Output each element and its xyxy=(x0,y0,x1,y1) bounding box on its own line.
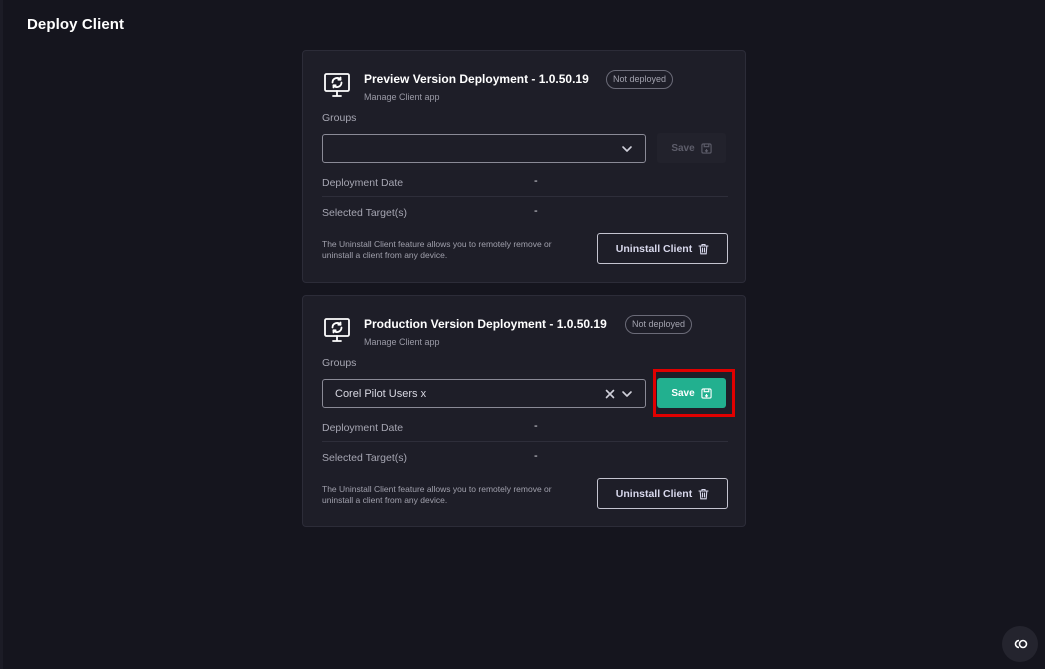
deployment-date-label: Deployment Date xyxy=(322,177,404,189)
save-icon xyxy=(701,142,712,154)
status-badge: Not deployed xyxy=(625,315,693,334)
groups-select[interactable]: Corel Pilot Users x xyxy=(322,379,646,408)
selected-targets-value: - xyxy=(534,450,538,462)
deployment-date-row: Deployment Date - xyxy=(322,169,728,197)
card-subtitle: Manage Client app xyxy=(364,92,440,102)
chat-support-icon xyxy=(1014,639,1028,649)
selected-targets-label: Selected Target(s) xyxy=(322,207,408,219)
trash-icon xyxy=(698,243,709,254)
trash-icon xyxy=(698,488,709,499)
selected-targets-label: Selected Target(s) xyxy=(322,452,408,464)
deployment-date-label: Deployment Date xyxy=(322,422,404,434)
uninstall-client-button[interactable]: Uninstall Client xyxy=(597,478,728,509)
save-icon xyxy=(701,387,712,399)
page-title: Deploy Client xyxy=(27,16,125,33)
selected-targets-value: - xyxy=(534,205,538,217)
monitor-refresh-icon xyxy=(324,318,350,342)
deployment-date-value: - xyxy=(534,175,538,187)
production-deployment-card: Production Version Deployment - 1.0.50.1… xyxy=(302,295,746,527)
chat-support-button[interactable] xyxy=(1002,626,1038,662)
uninstall-note: The Uninstall Client feature allows you … xyxy=(322,239,552,260)
close-icon[interactable] xyxy=(605,389,615,399)
groups-select-value: Corel Pilot Users x xyxy=(335,388,427,400)
card-subtitle: Manage Client app xyxy=(364,337,440,347)
card-title: Preview Version Deployment - 1.0.50.19 xyxy=(364,72,589,86)
save-button[interactable]: Save xyxy=(657,133,726,163)
chevron-down-icon[interactable] xyxy=(621,144,633,154)
groups-label: Groups xyxy=(322,357,357,369)
card-title: Production Version Deployment - 1.0.50.1… xyxy=(364,317,607,331)
deployment-date-row: Deployment Date - xyxy=(322,414,728,442)
groups-select[interactable] xyxy=(322,134,646,163)
selected-targets-row: Selected Target(s) - xyxy=(322,444,728,472)
uninstall-button-label: Uninstall Client xyxy=(615,242,693,255)
monitor-refresh-icon xyxy=(324,73,350,97)
groups-label: Groups xyxy=(322,112,357,124)
chevron-down-icon[interactable] xyxy=(621,389,633,399)
left-edge xyxy=(0,0,3,669)
save-button-label: Save xyxy=(671,142,695,154)
uninstall-note: The Uninstall Client feature allows you … xyxy=(322,484,552,505)
preview-deployment-card: Preview Version Deployment - 1.0.50.19 N… xyxy=(302,50,746,283)
uninstall-button-label: Uninstall Client xyxy=(615,487,693,500)
uninstall-client-button[interactable]: Uninstall Client xyxy=(597,233,728,264)
selected-targets-row: Selected Target(s) - xyxy=(322,199,728,227)
deployment-date-value: - xyxy=(534,420,538,432)
status-badge: Not deployed xyxy=(606,70,674,89)
save-button[interactable]: Save xyxy=(657,378,726,408)
save-button-label: Save xyxy=(671,387,695,399)
